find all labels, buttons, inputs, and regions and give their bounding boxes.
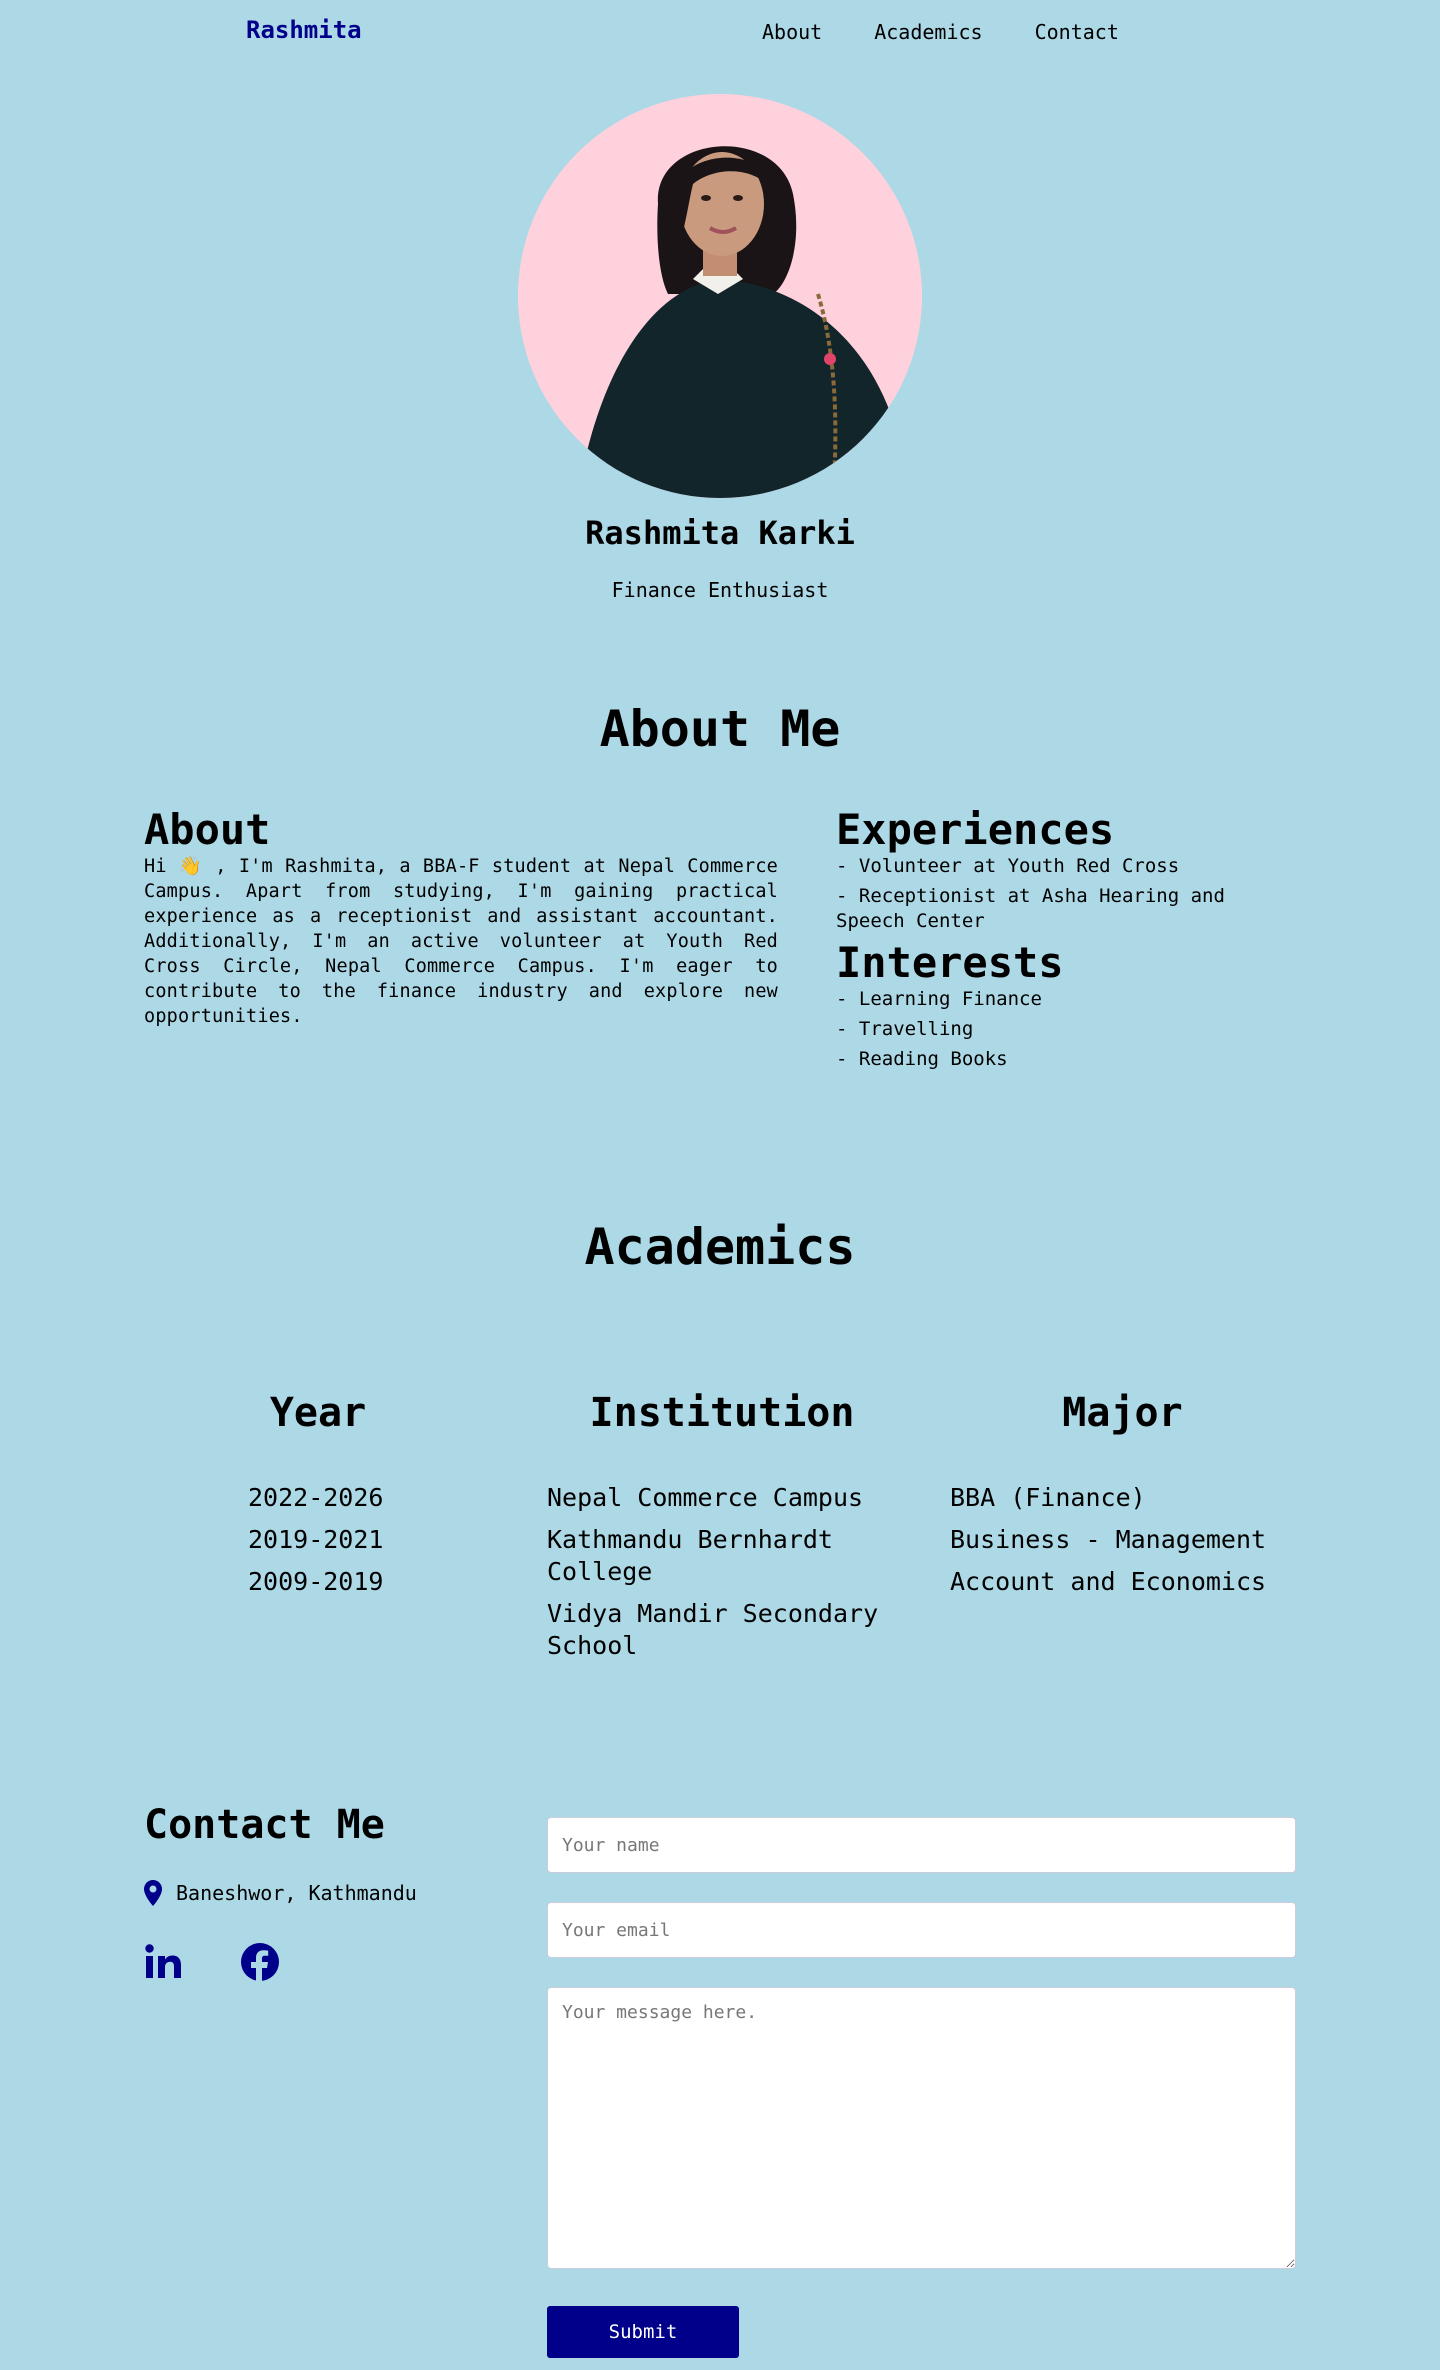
institution-item: Kathmandu Bernhardt College [547,1525,833,1586]
academics-year-column: Year 2022-2026 2019-2021 2009-2019 [200,1390,436,1608]
list-item: Receptionist at Asha Hearing and Speech … [836,884,1256,934]
email-input[interactable] [547,1902,1296,1958]
profile-photo [518,94,922,498]
about-section-title: About Me [599,700,841,758]
academics-major-column: Major BBA (Finance) Business - Managemen… [950,1390,1295,1608]
experiences-list: Volunteer at Youth Red Cross Receptionis… [836,854,1256,934]
academics-institution-column: Institution Nepal Commerce Campus Kathma… [547,1390,897,1672]
major-heading: Major [1062,1390,1183,1436]
interests-list: Learning Finance Travelling Reading Book… [836,987,1256,1072]
location: Baneshwor, Kathmandu [144,1880,417,1906]
about-text: Hi 👋 , I'm Rashmita, a BBA-F student at … [144,856,778,1027]
year-heading: Year [269,1390,367,1436]
about-column: About Hi 👋 , I'm Rashmita, a BBA-F stude… [144,806,778,1029]
experiences-heading: Experiences [836,805,1115,854]
message-textarea[interactable] [547,1987,1296,2269]
nav-brand[interactable]: Rashmita [246,16,362,44]
location-pin-icon [144,1880,162,1906]
list-item: Volunteer at Youth Red Cross [836,854,1256,879]
academics-section-title: Academics [584,1218,856,1276]
institution-item: Nepal Commerce Campus [547,1483,864,1512]
nav-link-contact[interactable]: Contact [1035,20,1119,44]
year-item: 2009-2019 [248,1567,384,1596]
major-item: Account and Economics [950,1567,1267,1596]
name-input[interactable] [547,1817,1296,1873]
about-heading: About [144,805,271,854]
nav-links: About Academics Contact [762,20,1171,44]
year-item: 2022-2026 [248,1483,384,1512]
list-item: Learning Finance [836,987,1256,1012]
contact-title: Contact Me [144,1802,385,1848]
interests-heading: Interests [836,938,1064,987]
major-item: BBA (Finance) [950,1483,1146,1512]
institution-item: Vidya Mandir Secondary School [547,1599,879,1660]
list-item: Travelling [836,1017,1256,1042]
nav-link-about[interactable]: About [762,20,822,44]
social-links [144,1942,336,1982]
portrait-illustration [518,94,922,498]
list-item: Reading Books [836,1047,1256,1072]
hero-name: Rashmita Karki [585,514,855,552]
submit-button[interactable]: Submit [547,2306,739,2358]
location-text: Baneshwor, Kathmandu [176,1881,417,1905]
major-item: Business - Management [950,1525,1267,1554]
linkedin-icon[interactable] [144,1942,184,1982]
nav-link-academics[interactable]: Academics [874,20,982,44]
hero-role: Finance Enthusiast [611,578,829,602]
institution-heading: Institution [589,1390,855,1436]
year-item: 2019-2021 [248,1525,384,1554]
page: Rashmita About Academics Contact Rashmit… [0,0,1440,2370]
facebook-icon[interactable] [240,1942,280,1982]
experience-interests-column: Experiences Volunteer at Youth Red Cross… [836,806,1256,1077]
